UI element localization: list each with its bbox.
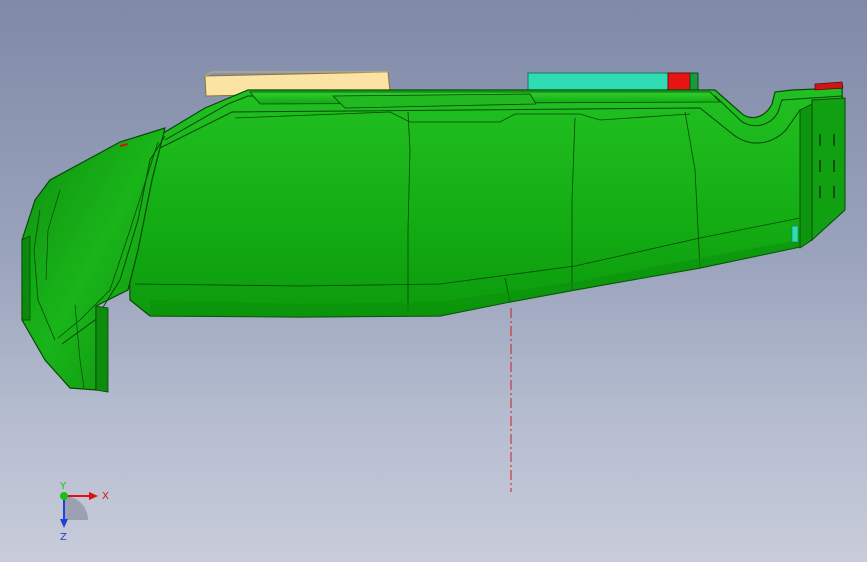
y-axis-label: Y bbox=[59, 482, 67, 492]
y-axis-dot bbox=[60, 492, 68, 500]
3d-viewport[interactable]: X Y Z bbox=[0, 0, 867, 562]
main-body[interactable] bbox=[127, 87, 846, 318]
part-model[interactable] bbox=[0, 0, 867, 562]
z-axis-arrow bbox=[60, 519, 68, 528]
x-axis-label: X bbox=[102, 491, 109, 502]
axis-triad: X Y Z bbox=[59, 482, 109, 543]
triad-plane bbox=[64, 496, 88, 520]
z-axis-label: Z bbox=[60, 532, 67, 543]
teal-top-block[interactable] bbox=[527, 72, 699, 93]
x-axis-arrow bbox=[89, 492, 98, 500]
